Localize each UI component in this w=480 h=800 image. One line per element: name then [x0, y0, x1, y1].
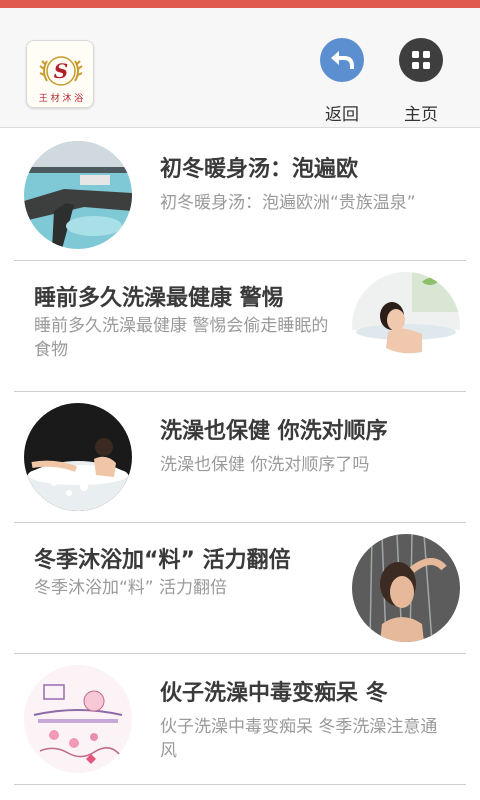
- article-thumbnail: [24, 141, 132, 249]
- article-thumbnail: [352, 534, 460, 642]
- article-description: 睡前多久洗澡最健康 警惕会偷走睡眠的食物: [34, 316, 329, 360]
- article-thumbnail: [24, 665, 132, 773]
- article-description: 伙子洗澡中毒变痴呆 冬季洗澡注意通风: [160, 717, 438, 761]
- article-description: 初冬暖身汤：泡遍欧洲“贵族温泉”: [160, 193, 416, 213]
- list-item[interactable]: 伙子洗澡中毒变痴呆 冬 伙子洗澡中毒变痴呆 冬季洗澡注意通风: [14, 653, 466, 785]
- article-title: 睡前多久洗澡最健康 警惕: [34, 286, 284, 311]
- top-accent-strip: [0, 0, 480, 8]
- logo-text: 王 材 沐 浴: [39, 92, 84, 104]
- article-title: 伙子洗澡中毒变痴呆 冬: [160, 681, 388, 706]
- back-button[interactable]: 返回: [312, 36, 372, 128]
- list-item[interactable]: 冬季沐浴加“料” 活力翻倍 冬季沐浴加“料” 活力翻倍: [14, 522, 466, 654]
- article-title: 洗澡也保健 你洗对顺序: [160, 419, 388, 444]
- list-item[interactable]: 睡前多久洗澡最健康 警惕 睡前多久洗澡最健康 警惕会偷走睡眠的食物: [14, 260, 466, 392]
- home-button[interactable]: 主页: [391, 36, 451, 128]
- app-header: S 王 材 沐 浴 返回 主页: [0, 8, 480, 128]
- back-arrow-icon: [320, 38, 364, 82]
- grid-icon: [399, 38, 443, 82]
- home-label: 主页: [404, 105, 438, 125]
- list-item[interactable]: 初冬暖身汤：泡遍欧 初冬暖身汤：泡遍欧洲“贵族温泉”: [14, 129, 466, 261]
- svg-text:S: S: [54, 59, 68, 83]
- article-title: 冬季沐浴加“料” 活力翻倍: [34, 548, 291, 573]
- back-label: 返回: [325, 105, 359, 125]
- article-title: 初冬暖身汤：泡遍欧: [160, 157, 359, 182]
- article-thumbnail: [24, 403, 132, 511]
- article-description: 冬季沐浴加“料” 活力翻倍: [34, 578, 228, 598]
- brand-logo: S 王 材 沐 浴: [26, 40, 94, 108]
- list-item[interactable]: 洗澡也保健 你洗对顺序 洗澡也保健 你洗对顺序了吗: [14, 391, 466, 523]
- article-description: 洗澡也保健 你洗对顺序了吗: [160, 455, 370, 475]
- article-thumbnail: [352, 272, 460, 380]
